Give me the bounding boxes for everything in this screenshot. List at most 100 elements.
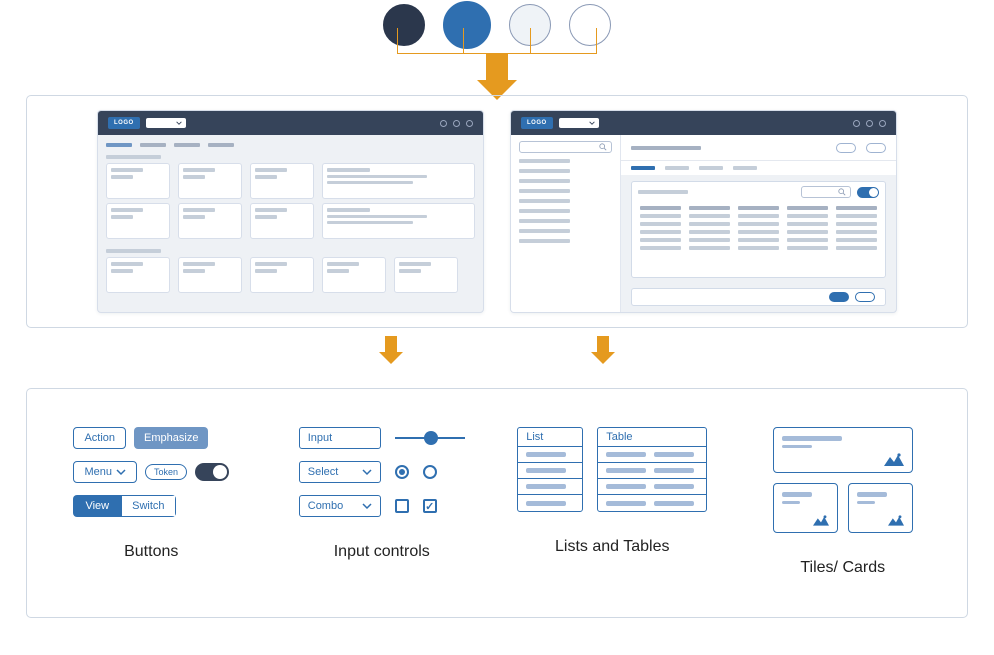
tab-item[interactable] [140, 143, 166, 147]
palette-connector [397, 28, 597, 54]
list-example: List [517, 427, 583, 512]
select-input[interactable]: Select [299, 461, 381, 483]
tile[interactable] [106, 257, 170, 293]
list-item[interactable] [518, 479, 582, 495]
tile[interactable] [250, 163, 314, 199]
checkbox-unchecked[interactable] [395, 499, 409, 513]
list-item[interactable] [519, 159, 570, 163]
token-chip[interactable]: Token [145, 464, 187, 480]
wide-card[interactable] [322, 203, 475, 239]
tile-example[interactable] [773, 483, 838, 533]
emphasize-button[interactable]: Emphasize [134, 427, 208, 449]
segment-view[interactable]: View [73, 495, 121, 517]
theme-examples-panel: LOGO [26, 95, 968, 328]
logo-badge: LOGO [108, 117, 140, 129]
tab-bar [106, 143, 475, 147]
wide-card[interactable] [322, 163, 475, 199]
tile[interactable] [250, 203, 314, 239]
slider[interactable] [395, 430, 465, 446]
action-button[interactable]: Action [73, 427, 126, 449]
chevron-down-icon [176, 120, 182, 126]
toolbar-dropdown[interactable] [559, 118, 599, 128]
window-controls [440, 120, 473, 127]
tab-item[interactable] [665, 166, 689, 170]
header-button[interactable] [836, 143, 856, 153]
radio-selected[interactable] [395, 465, 409, 479]
list-item[interactable] [519, 239, 570, 243]
section-heading [106, 155, 161, 159]
primary-button[interactable] [829, 292, 849, 302]
chevron-down-icon [362, 467, 372, 477]
list-item[interactable] [519, 189, 570, 193]
secondary-button[interactable] [855, 292, 875, 302]
tab-item[interactable] [208, 143, 234, 147]
tile[interactable] [394, 257, 458, 293]
table-row[interactable] [598, 479, 706, 495]
panel-connector [0, 336, 994, 352]
list-item[interactable] [518, 447, 582, 463]
header-button[interactable] [866, 143, 886, 153]
menu-button-label: Menu [84, 466, 112, 478]
switch-toggle[interactable] [195, 463, 229, 481]
tab-item[interactable] [174, 143, 200, 147]
menu-button[interactable]: Menu [73, 461, 137, 483]
checkbox-checked[interactable]: ✓ [423, 499, 437, 513]
section-label-lists: Lists and Tables [555, 538, 669, 556]
select-label: Select [308, 466, 339, 478]
tab-active[interactable] [106, 143, 132, 147]
mock-data-app: LOGO [510, 110, 897, 313]
tile[interactable] [106, 163, 170, 199]
image-icon [888, 514, 904, 526]
combo-label: Combo [308, 500, 343, 512]
mock-toolbar: LOGO [511, 111, 896, 135]
group-input-controls: Input Select Combo ✓ Input control [278, 427, 487, 595]
components-panel: Action Emphasize Menu Token View Switch … [26, 388, 968, 618]
tile-example[interactable] [848, 483, 913, 533]
toolbar-dropdown[interactable] [146, 118, 186, 128]
section-label-buttons: Buttons [124, 543, 178, 561]
tile[interactable] [178, 257, 242, 293]
section-label-tiles: Tiles/ Cards [800, 559, 885, 577]
sub-tabs [621, 161, 896, 175]
tile[interactable] [106, 203, 170, 239]
table-row[interactable] [598, 495, 706, 511]
data-table [631, 181, 886, 278]
tab-item[interactable] [699, 166, 723, 170]
radio-unselected[interactable] [423, 465, 437, 479]
view-toggle[interactable] [857, 187, 879, 198]
tile[interactable] [178, 203, 242, 239]
list-item[interactable] [518, 495, 582, 511]
mock-dashboard: LOGO [97, 110, 484, 313]
table-row[interactable] [598, 463, 706, 479]
search-icon [599, 143, 607, 151]
search-input[interactable] [801, 186, 851, 198]
chevron-down-icon [116, 467, 126, 477]
tab-active[interactable] [631, 166, 655, 170]
table-row[interactable] [598, 447, 706, 463]
list-item[interactable] [519, 219, 570, 223]
card-example-large[interactable] [773, 427, 913, 473]
combo-input[interactable]: Combo [299, 495, 381, 517]
input-label: Input [308, 432, 332, 444]
list-item[interactable] [519, 199, 570, 203]
list-item[interactable] [519, 169, 570, 173]
logo-badge: LOGO [521, 117, 553, 129]
tab-item[interactable] [733, 166, 757, 170]
list-item[interactable] [519, 229, 570, 233]
tile[interactable] [322, 257, 386, 293]
segment-switch[interactable]: Switch [121, 495, 175, 517]
list-item[interactable] [519, 179, 570, 183]
table-example: Table [597, 427, 707, 512]
table-header: Table [598, 428, 706, 447]
text-input[interactable]: Input [299, 427, 381, 449]
image-icon [884, 452, 904, 466]
segmented-button[interactable]: View Switch [73, 495, 175, 517]
list-item[interactable] [519, 209, 570, 213]
list-item[interactable] [518, 463, 582, 479]
tile[interactable] [250, 257, 314, 293]
image-icon [813, 514, 829, 526]
tile[interactable] [178, 163, 242, 199]
search-input[interactable] [519, 141, 612, 153]
section-label-inputs: Input controls [334, 543, 430, 561]
search-icon [838, 188, 846, 196]
